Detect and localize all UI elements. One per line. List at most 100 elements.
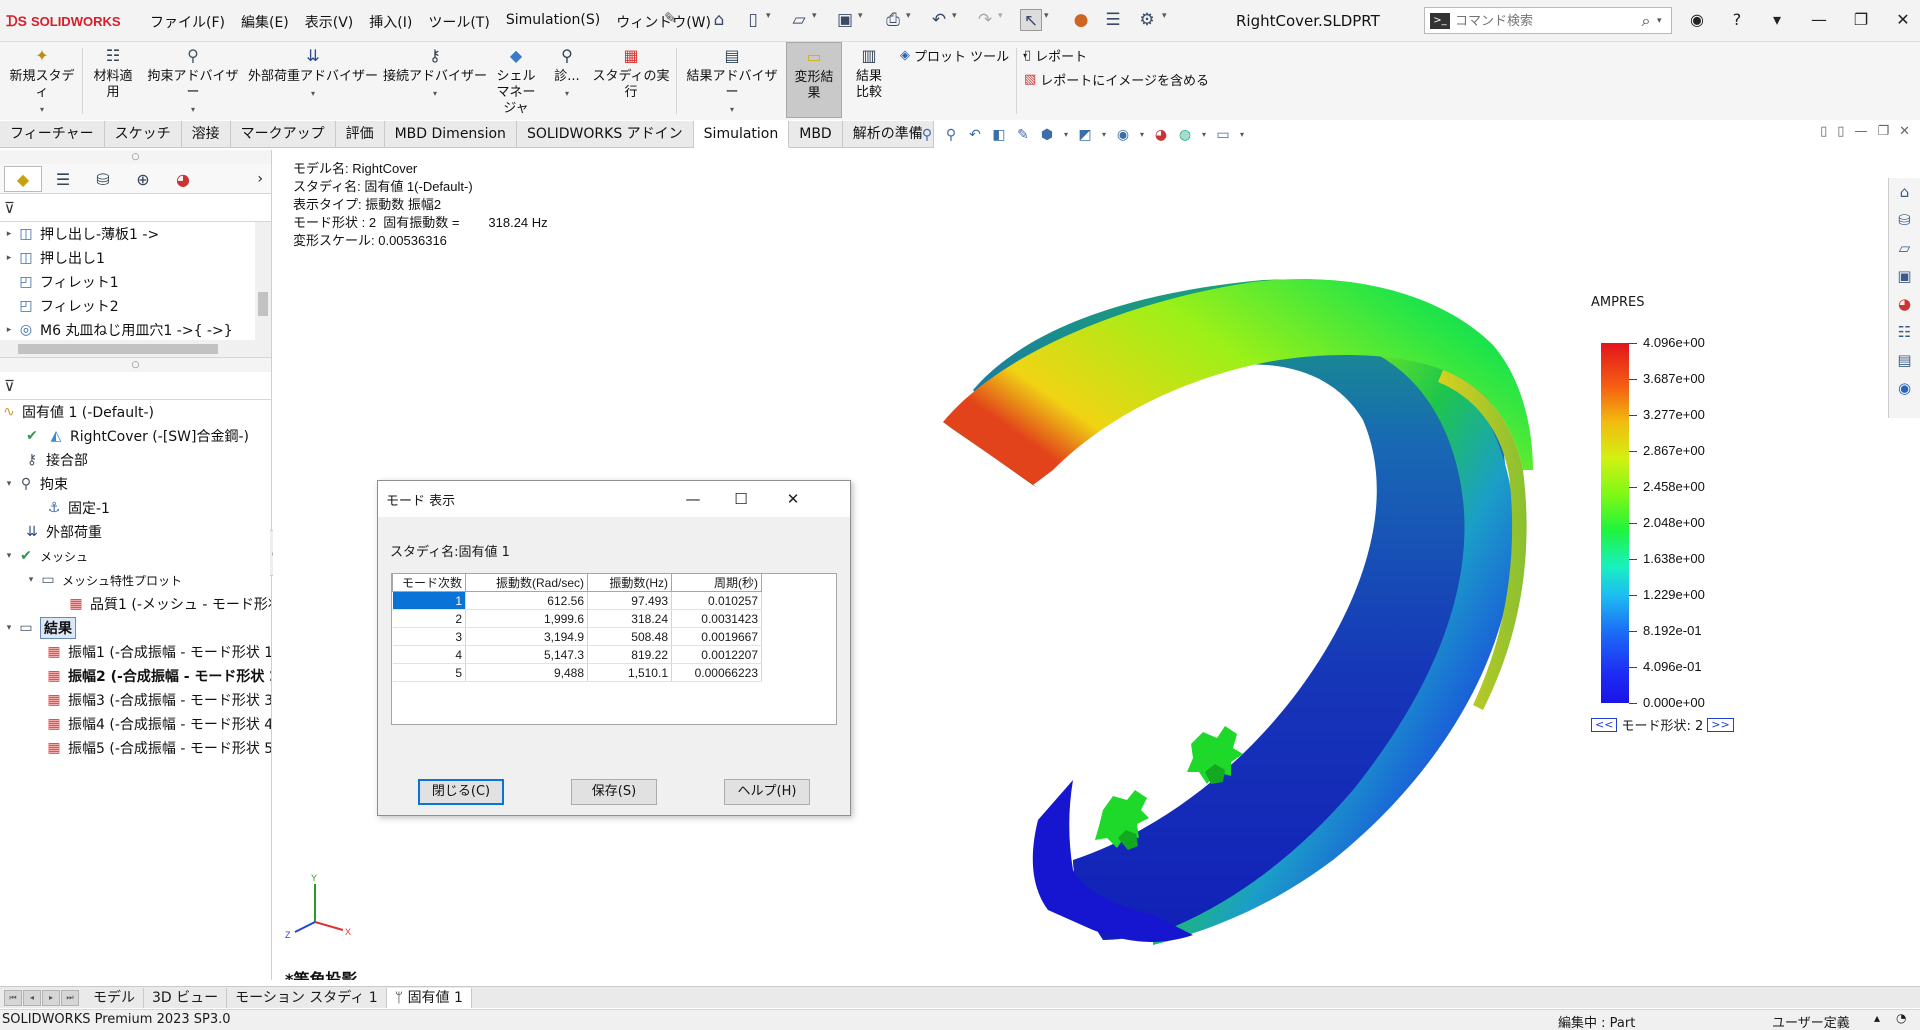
file-properties-icon[interactable]: ☰: [1102, 9, 1124, 31]
study-part[interactable]: ✔ ◭ RightCover (-[SW]合金鋼-): [0, 424, 271, 448]
study-connections[interactable]: ⚷ 接合部: [0, 448, 271, 472]
menu-edit[interactable]: 編集(E): [233, 10, 297, 34]
column-header-mode[interactable]: モード次数: [392, 574, 466, 592]
previous-mode-button[interactable]: <<: [1591, 717, 1618, 732]
tree-item[interactable]: ◰ フィレット2: [0, 294, 271, 318]
tab-sketch[interactable]: スケッチ: [105, 121, 182, 148]
viewport-close-icon[interactable]: ✕: [1899, 124, 1910, 139]
zoom-to-fit-icon[interactable]: ⚲: [918, 126, 936, 144]
view-orientation-dropdown-icon[interactable]: ▾: [1062, 126, 1070, 144]
study-mesh[interactable]: ▾ ✔ メッシュ: [0, 544, 271, 568]
file-explorer-icon[interactable]: ▱: [1889, 234, 1920, 262]
tree-item[interactable]: ▸ ◎ M6 丸皿ねじ用皿穴1 ->{ ->}: [0, 318, 271, 340]
undo-dropdown-icon[interactable]: ▾: [952, 11, 962, 21]
first-tab-arrow-icon[interactable]: ⏮: [4, 989, 22, 1006]
study-root[interactable]: ∿ 固有値 1 (-Default-): [0, 400, 271, 424]
dialog-close-icon[interactable]: ✕: [778, 487, 808, 511]
solidworks-community-icon[interactable]: ◉: [1889, 374, 1920, 402]
new-study-dropdown-icon[interactable]: ▾: [6, 102, 78, 118]
viewport-expand-icon[interactable]: ▯: [1820, 124, 1827, 139]
user-account-icon[interactable]: ◉: [1684, 8, 1710, 32]
apply-scene-icon[interactable]: ◍: [1176, 126, 1194, 144]
study-fixture-item[interactable]: ⚓ 固定-1: [0, 496, 271, 520]
expand-arrow-icon[interactable]: ▸: [2, 253, 16, 263]
dialog-maximize-icon[interactable]: ☐: [726, 487, 756, 511]
solidworks-resources-icon[interactable]: ⌂: [1889, 178, 1920, 206]
view-palette-icon[interactable]: ▣: [1889, 262, 1920, 290]
menu-insert[interactable]: 挿入(I): [361, 10, 420, 34]
select-arrow-icon[interactable]: ↖: [1020, 9, 1042, 31]
study-mesh-quality[interactable]: ▦ 品質1 (-メッシュ - モード形状 1-): [0, 592, 271, 616]
column-header-period[interactable]: 周期(秒): [671, 574, 762, 592]
save-button[interactable]: 保存(S): [571, 779, 657, 805]
command-search-input[interactable]: [1455, 13, 1635, 28]
previous-view-icon[interactable]: ↶: [966, 126, 984, 144]
home-icon[interactable]: ⌂: [708, 9, 730, 31]
print-dropdown-icon[interactable]: ▾: [906, 11, 916, 21]
menu-simulation[interactable]: Simulation(S): [498, 10, 608, 34]
tree-vertical-scrollbar[interactable]: [255, 222, 271, 340]
tab-3d-view[interactable]: 3D ビュー: [144, 987, 228, 1008]
options-dropdown-icon[interactable]: ▾: [1162, 11, 1172, 21]
pin-icon[interactable]: ✎: [664, 9, 677, 27]
custom-properties-icon[interactable]: ☷: [1889, 318, 1920, 346]
plot-tools-button[interactable]: ◈ プロット ツール ▾: [900, 46, 1027, 65]
result-item[interactable]: ▦ 振幅1 (-合成振幅 - モード形状 1-): [0, 640, 271, 664]
property-manager-tab-icon[interactable]: ☰: [44, 166, 82, 192]
study-external-loads[interactable]: ⇊ 外部荷重: [0, 520, 271, 544]
menu-file[interactable]: ファイル(F): [142, 10, 233, 34]
fixtures-dropdown-icon[interactable]: ▾: [142, 102, 244, 118]
include-image-report-button[interactable]: ▧ レポートにイメージを含める: [1024, 70, 1209, 89]
apply-material-button[interactable]: ☷ 材料適用: [86, 46, 140, 101]
result-item[interactable]: ▦ 振幅5 (-合成振幅 - モード形状 5-): [0, 736, 271, 760]
open-dropdown-icon[interactable]: ▾: [812, 11, 822, 21]
select-dropdown-icon[interactable]: ▾: [1044, 11, 1054, 21]
deformed-result-button[interactable]: ▭ 変形結果: [786, 42, 842, 118]
run-study-button[interactable]: ▦ スタディの実行: [590, 46, 672, 101]
minimize-icon[interactable]: —: [1806, 8, 1832, 32]
redo-icon[interactable]: ↷: [974, 9, 996, 31]
tree-item[interactable]: ◰ フィレット1: [0, 270, 271, 294]
fixtures-advisor-button[interactable]: ⚲ 拘束アドバイザー ▾: [142, 46, 244, 118]
collapse-arrow-icon[interactable]: ▾: [2, 551, 16, 561]
view-settings-dropdown-icon[interactable]: ▾: [1238, 126, 1246, 144]
tree-horizontal-scrollbar[interactable]: [0, 340, 271, 358]
tab-evaluate[interactable]: 評価: [336, 121, 385, 148]
table-row[interactable]: 5 9,488 1,510.1 0.00066223: [392, 663, 762, 682]
result-item[interactable]: ▦ 振幅3 (-合成振幅 - モード形状 3-): [0, 688, 271, 712]
new-document-icon[interactable]: ▯: [742, 9, 764, 31]
new-dropdown-icon[interactable]: ▾: [766, 11, 776, 21]
collapse-arrow-icon[interactable]: ▾: [24, 575, 38, 585]
color-legend[interactable]: AMPRES 4.096e+00 3.687e+00 3.277e+00 2.8…: [1591, 295, 1751, 725]
undo-icon[interactable]: ↶: [928, 9, 950, 31]
tab-motion-study[interactable]: モーション スタディ 1: [227, 987, 387, 1008]
menu-view[interactable]: 表示(V): [297, 10, 362, 34]
forum-icon[interactable]: ▤: [1889, 346, 1920, 374]
diagnostics-dropdown-icon[interactable]: ▾: [546, 86, 588, 102]
study-filter[interactable]: ⊽: [0, 372, 271, 400]
tab-frequency-study[interactable]: ᛘ 固有値 1: [386, 987, 472, 1008]
scene-dropdown-icon[interactable]: ▾: [1200, 126, 1208, 144]
next-tab-arrow-icon[interactable]: ▸: [42, 989, 60, 1006]
hide-show-dropdown-icon[interactable]: ▾: [1138, 126, 1146, 144]
appearances-icon[interactable]: ◕: [1889, 290, 1920, 318]
units-dropdown-icon[interactable]: ▴: [1874, 1011, 1880, 1025]
options-gear-icon[interactable]: ⚙: [1136, 9, 1158, 31]
collapse-arrow-icon[interactable]: ▾: [2, 623, 16, 633]
print-icon[interactable]: ⎙: [882, 9, 904, 31]
display-manager-tab-icon[interactable]: ◕: [164, 166, 202, 192]
panel-grip[interactable]: ○: [0, 150, 271, 164]
status-info-icon[interactable]: ◔: [1896, 1011, 1906, 1025]
viewport-collapse-icon[interactable]: ▯: [1837, 124, 1844, 139]
study-mesh-plots[interactable]: ▾ ▭ メッシュ特性プロット: [0, 568, 271, 592]
hide-show-icon[interactable]: ◉: [1114, 126, 1132, 144]
result-item-active[interactable]: ▦ 振幅2 (-合成振幅 - モード形状 2-): [0, 664, 271, 688]
external-loads-advisor-button[interactable]: ⇊ 外部荷重アドバイザー ▾: [248, 46, 378, 102]
viewport-minimize-icon[interactable]: —: [1854, 124, 1867, 139]
tab-markup[interactable]: マークアップ: [231, 121, 336, 148]
connections-advisor-button[interactable]: ⚷ 接続アドバイザー ▾: [382, 46, 488, 102]
results-advisor-dropdown-icon[interactable]: ▾: [682, 102, 782, 118]
edit-appearance-icon[interactable]: ◕: [1152, 126, 1170, 144]
tree-item[interactable]: ▸ ◫ 押し出し-薄板1 ->: [0, 222, 271, 246]
tab-weldments[interactable]: 溶接: [182, 121, 231, 148]
